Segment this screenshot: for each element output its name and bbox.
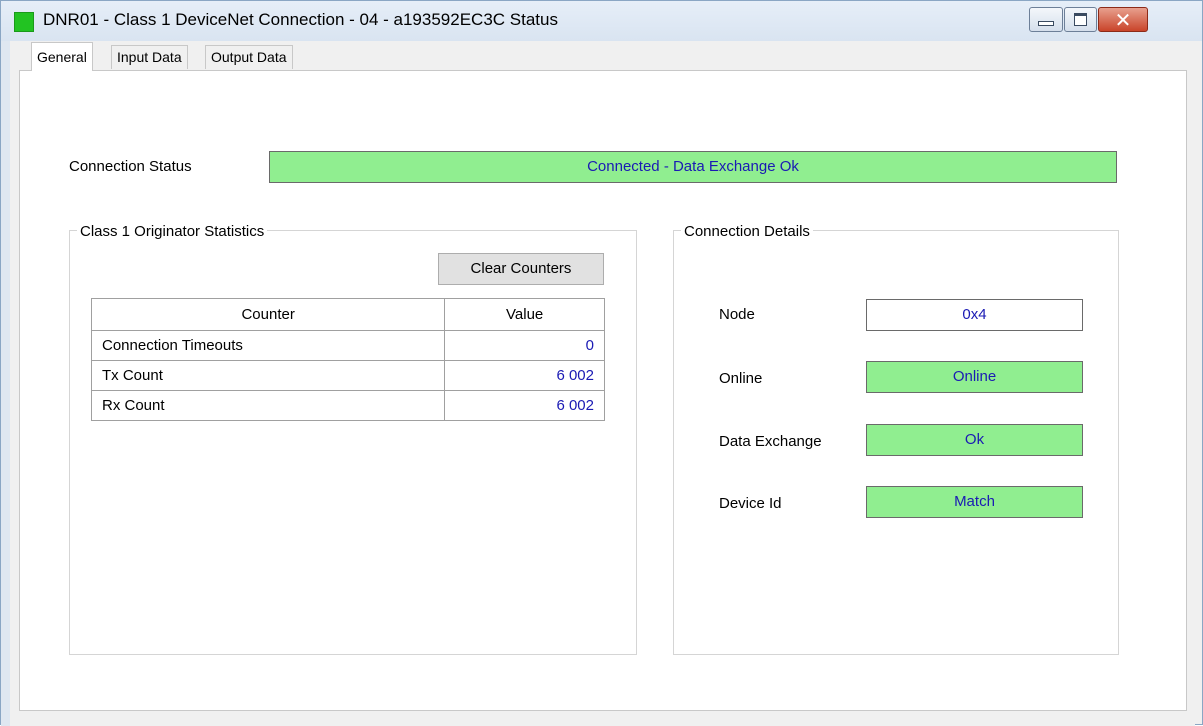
clear-counters-button[interactable]: Clear Counters <box>438 253 604 285</box>
status-indicator-icon <box>14 12 34 32</box>
column-header-value[interactable]: Value <box>444 298 605 331</box>
statistics-group-title: Class 1 Originator Statistics <box>77 223 268 240</box>
connection-details-group-title: Connection Details <box>681 223 813 240</box>
counter-value: 6 002 <box>444 390 605 421</box>
table-row[interactable]: Connection Timeouts 0 <box>90 330 605 361</box>
column-header-counter[interactable]: Counter <box>90 298 446 331</box>
online-label: Online <box>719 370 763 387</box>
minimize-icon <box>1038 21 1054 26</box>
tab-input-data[interactable]: Input Data <box>111 45 188 69</box>
data-exchange-label: Data Exchange <box>719 433 822 450</box>
statistics-table: Counter Value Connection Timeouts 0 Tx C… <box>90 298 605 421</box>
table-row[interactable]: Rx Count 6 002 <box>90 390 605 421</box>
counter-name: Rx Count <box>90 390 446 421</box>
status-window: DNR01 - Class 1 DeviceNet Connection - 0… <box>0 0 1203 726</box>
connection-status-value: Connected - Data Exchange Ok <box>269 151 1117 183</box>
table-row[interactable]: Tx Count 6 002 <box>90 360 605 391</box>
statistics-group <box>69 230 637 655</box>
tab-general[interactable]: General <box>31 42 93 71</box>
data-exchange-value: Ok <box>866 424 1083 456</box>
tab-input-data-label: Input Data <box>117 49 182 65</box>
connection-status-label: Connection Status <box>69 158 192 175</box>
device-id-value: Match <box>866 486 1083 518</box>
counter-value: 6 002 <box>444 360 605 391</box>
maximize-button[interactable] <box>1064 7 1097 32</box>
minimize-button[interactable] <box>1029 7 1063 32</box>
window-title: DNR01 - Class 1 DeviceNet Connection - 0… <box>43 10 558 29</box>
node-value: 0x4 <box>866 299 1083 331</box>
device-id-label: Device Id <box>719 495 782 512</box>
counter-name: Tx Count <box>90 360 446 391</box>
close-button[interactable]: ✕ <box>1098 7 1148 32</box>
online-value: Online <box>866 361 1083 393</box>
close-icon: ✕ <box>1114 7 1132 32</box>
table-header-row: Counter Value <box>90 298 605 331</box>
counter-name: Connection Timeouts <box>90 330 446 361</box>
counter-value: 0 <box>444 330 605 361</box>
tab-output-data-label: Output Data <box>211 49 287 65</box>
node-label: Node <box>719 306 755 323</box>
window-left-border <box>1 41 10 726</box>
title-bar[interactable]: DNR01 - Class 1 DeviceNet Connection - 0… <box>1 1 1202 41</box>
maximize-icon <box>1074 13 1087 26</box>
tab-output-data[interactable]: Output Data <box>205 45 293 69</box>
tab-general-label: General <box>37 49 87 65</box>
